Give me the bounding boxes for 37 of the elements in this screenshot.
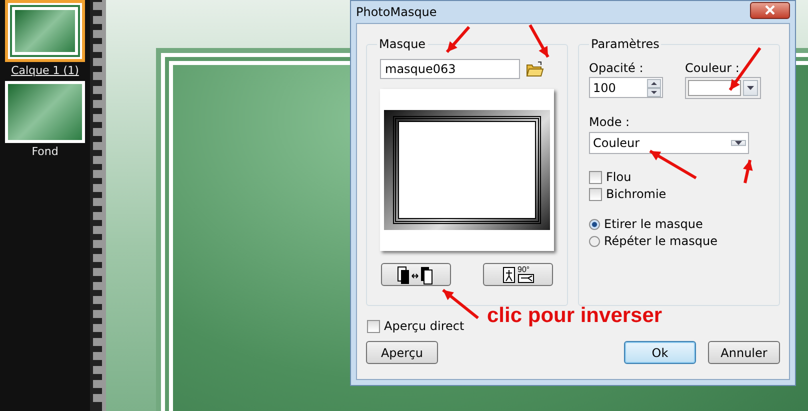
- checkbox-option[interactable]: Bichromie: [589, 187, 769, 201]
- opacity-label: Opacité :: [589, 61, 644, 75]
- annotation-arrow: [442, 288, 479, 320]
- invert-button[interactable]: [381, 263, 451, 286]
- radio-option[interactable]: Etirer le masque: [589, 217, 769, 231]
- layer-thumbnail[interactable]: [5, 0, 85, 62]
- layer-name[interactable]: Calque 1 (1): [11, 62, 79, 79]
- annotation-arrow: [743, 160, 753, 184]
- group-title: Paramètres: [589, 37, 662, 51]
- annotation-text: clic pour inverser: [487, 304, 662, 328]
- mode-label: Mode :: [589, 115, 631, 129]
- annotation-arrow: [528, 24, 550, 58]
- dropdown-icon: [735, 141, 742, 145]
- color-label: Couleur :: [685, 61, 740, 75]
- dialog-button[interactable]: Aperçu: [366, 341, 438, 364]
- annotation-arrow: [446, 26, 470, 53]
- layer-name[interactable]: Fond: [32, 143, 58, 160]
- annotation-arrow: [649, 150, 697, 180]
- mode-dropdown[interactable]: Couleur: [589, 132, 749, 154]
- dropdown-icon: [747, 86, 754, 90]
- window-title: PhotoMasque: [356, 5, 437, 19]
- radio-option[interactable]: Répéter le masque: [589, 234, 769, 248]
- opacity-spinbox[interactable]: 100: [589, 77, 663, 98]
- checkbox-option[interactable]: Flou: [589, 170, 769, 184]
- mask-name-field[interactable]: masque063: [380, 59, 520, 79]
- close-button[interactable]: [750, 2, 790, 18]
- rotate-button[interactable]: 90°: [483, 263, 553, 286]
- group-title: Masque: [377, 37, 428, 51]
- folder-icon[interactable]: [526, 61, 544, 77]
- spinner-arrows-icon[interactable]: [647, 78, 661, 96]
- rotated-figure-icon: [518, 274, 534, 283]
- figure-icon: [502, 266, 514, 282]
- close-icon: [764, 5, 776, 15]
- dialog-button[interactable]: Ok: [624, 341, 696, 364]
- color-picker[interactable]: [685, 77, 761, 99]
- dialog-button[interactable]: Annuler: [708, 341, 780, 364]
- live-preview-checkbox[interactable]: Aperçu direct: [367, 319, 464, 333]
